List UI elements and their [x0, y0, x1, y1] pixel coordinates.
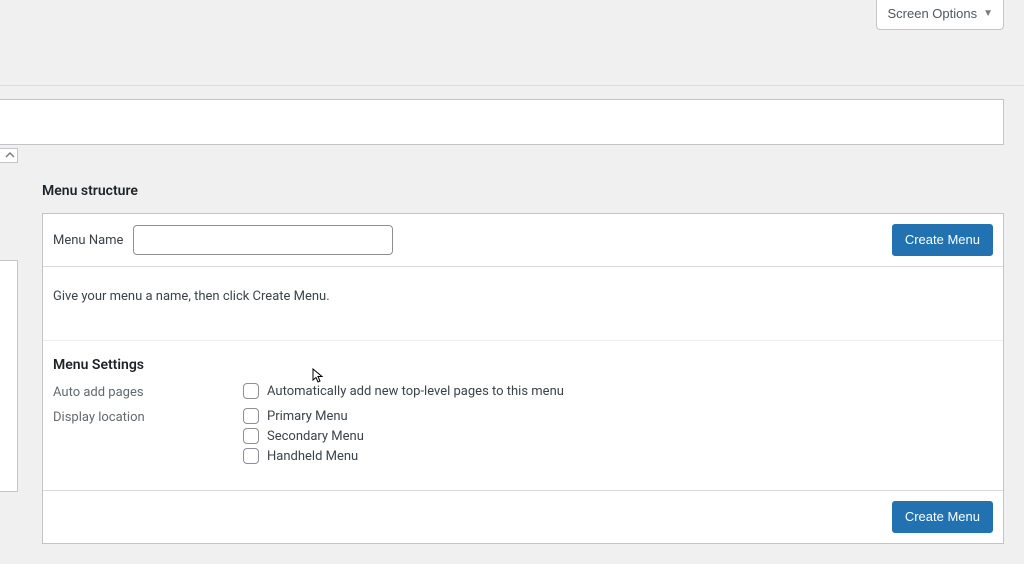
create-menu-button[interactable]: Create Menu: [892, 224, 993, 256]
primary-menu-label[interactable]: Primary Menu: [267, 409, 348, 424]
accordion-panel: [0, 260, 18, 492]
menu-footer: Create Menu: [43, 490, 1003, 543]
menu-settings-title: Menu Settings: [53, 357, 993, 373]
auto-add-label: Auto add pages: [53, 383, 243, 400]
help-text: Give your menu a name, then click Create…: [53, 289, 993, 304]
menu-header: Menu Name Create Menu: [43, 214, 1003, 267]
notice-box: [0, 99, 1004, 145]
handheld-menu-label[interactable]: Handheld Menu: [267, 449, 358, 464]
screen-options-label: Screen Options: [887, 4, 977, 24]
chevron-up-icon: [5, 150, 15, 160]
sidebar-partial: [0, 148, 18, 540]
menu-name-input[interactable]: [133, 225, 393, 255]
section-title: Menu structure: [42, 183, 1004, 199]
auto-add-option-label[interactable]: Automatically add new top-level pages to…: [267, 384, 564, 399]
auto-add-checkbox[interactable]: [243, 383, 259, 399]
screen-options-button[interactable]: Screen Options ▼: [876, 0, 1004, 30]
create-menu-button-footer[interactable]: Create Menu: [892, 501, 993, 533]
setting-auto-add-pages: Auto add pages Automatically add new top…: [53, 383, 993, 400]
menu-name-label: Menu Name: [53, 233, 123, 248]
display-location-label: Display location: [53, 408, 243, 425]
primary-menu-checkbox[interactable]: [243, 408, 259, 424]
menu-editor: Menu Name Create Menu Give your menu a n…: [42, 213, 1004, 544]
secondary-menu-label[interactable]: Secondary Menu: [267, 429, 364, 444]
chevron-down-icon: ▼: [983, 6, 993, 21]
setting-display-location: Display location Primary Menu Secondary …: [53, 408, 993, 464]
handheld-menu-checkbox[interactable]: [243, 448, 259, 464]
secondary-menu-checkbox[interactable]: [243, 428, 259, 444]
accordion-collapse[interactable]: [0, 148, 18, 163]
